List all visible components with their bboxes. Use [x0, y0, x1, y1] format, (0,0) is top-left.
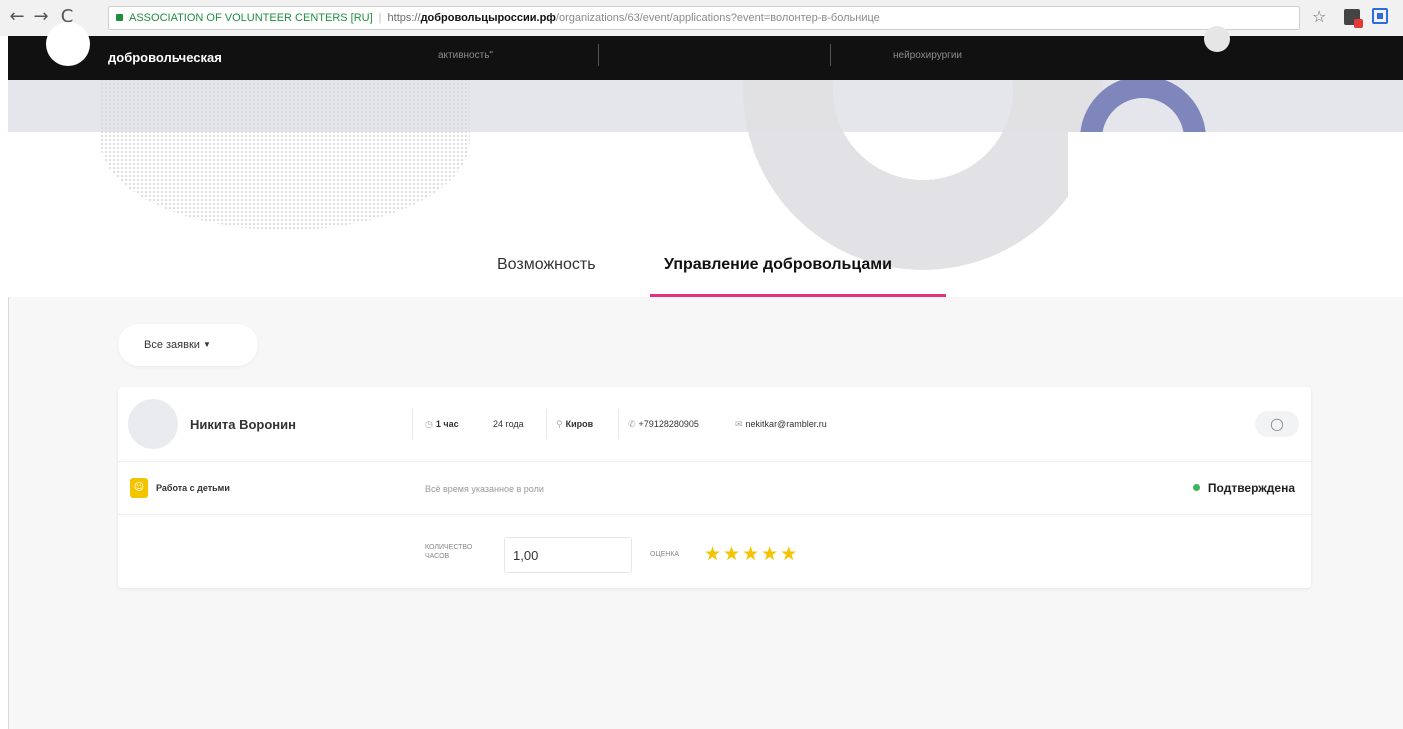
- time-note: Всё время указанное в роли: [425, 484, 544, 494]
- star-icon[interactable]: ★: [723, 543, 740, 565]
- url-host: добровольцыроссии.рф: [420, 12, 556, 24]
- mail-icon: ✉: [735, 420, 743, 430]
- extension-calendar-icon[interactable]: [1372, 8, 1388, 24]
- volunteer-phone-value[interactable]: +79128280905: [639, 419, 699, 429]
- star-icon[interactable]: ★: [704, 543, 721, 565]
- extension-icon[interactable]: [1344, 9, 1363, 28]
- applications-filter-dropdown[interactable]: Все заявки ▼: [118, 324, 258, 366]
- star-icon[interactable]: ★: [780, 543, 797, 565]
- hours-count-input[interactable]: [504, 537, 632, 573]
- back-icon[interactable]: ←: [6, 6, 28, 28]
- volunteer-hours: ◷ 1 час: [425, 419, 459, 430]
- clock-icon: ◷: [425, 420, 433, 430]
- hours-count-label: Количество часов: [425, 544, 473, 560]
- forward-icon[interactable]: →: [30, 6, 52, 28]
- role-row: ☺ Работа с детьми Всё время указанное в …: [118, 462, 1311, 515]
- star-icon[interactable]: ★: [761, 543, 778, 565]
- brand-text[interactable]: добровольческая: [108, 50, 222, 65]
- status-text: Подтверждена: [1207, 481, 1295, 495]
- chat-button[interactable]: ◯: [1255, 411, 1299, 437]
- site-logo[interactable]: [46, 22, 90, 66]
- volunteer-age: 24 года: [493, 419, 524, 429]
- location-pin-icon: ⚲: [556, 420, 563, 430]
- role-icon: ☺: [130, 478, 148, 498]
- tab-opportunity[interactable]: Возможность: [497, 256, 596, 274]
- rating-label: Оценка: [650, 551, 680, 558]
- active-tab-indicator: [650, 294, 946, 297]
- lock-icon: [116, 13, 123, 21]
- status-dot-icon: [1192, 484, 1200, 491]
- hero-arc-mask: [1068, 132, 1218, 222]
- volunteer-phone: ✆ +79128280905: [628, 419, 699, 430]
- header-divider: [598, 44, 599, 66]
- site-identity: ASSOCIATION OF VOLUNTEER CENTERS [RU]: [129, 12, 373, 24]
- volunteer-avatar[interactable]: [128, 399, 178, 449]
- volunteer-email-value[interactable]: nekitkar@rambler.ru: [746, 419, 827, 429]
- status-badge: Подтверждена: [1192, 481, 1295, 495]
- volunteer-info-row: Никита Воронин ◷ 1 час 24 года ⚲ Киров ✆ +7…: [118, 387, 1311, 462]
- chat-bubble-icon: ◯: [1270, 417, 1284, 431]
- volunteer-city: ⚲ Киров: [556, 419, 593, 430]
- phone-icon: ✆: [628, 420, 636, 430]
- role-label: Работа с детьми: [156, 483, 230, 493]
- hero-banner: Возможность Управление добровольцами: [8, 80, 1403, 297]
- volunteer-city-value: Киров: [565, 419, 594, 429]
- header-link-activity[interactable]: активность": [438, 50, 493, 61]
- tab-manage-volunteers[interactable]: Управление добровольцами: [664, 256, 892, 274]
- site-header: добровольческая активность" нейрохирурги…: [8, 22, 1403, 80]
- meta-divider: [618, 409, 619, 439]
- volunteer-hours-value: 1 час: [435, 419, 459, 429]
- url-scheme: https://: [387, 12, 421, 24]
- header-link-neuro[interactable]: нейрохирургии: [893, 50, 962, 61]
- url-separator: |: [378, 12, 382, 24]
- user-avatar[interactable]: [1204, 26, 1230, 52]
- hours-rating-row: Количество часов Оценка ★★★★★: [118, 515, 1311, 588]
- meta-divider: [546, 409, 547, 439]
- volunteer-name[interactable]: Никита Воронин: [190, 417, 296, 432]
- hero-dots-pattern: [100, 80, 470, 230]
- rating-stars: ★ ★ ★ ★ ★: [704, 543, 799, 565]
- filter-label: Все заявки: [144, 339, 200, 351]
- caret-down-icon: ▼: [202, 340, 211, 349]
- address-bar[interactable]: ASSOCIATION OF VOLUNTEER CENTERS [RU] | ht…: [108, 6, 1300, 30]
- bookmark-star-icon[interactable]: ☆: [1312, 7, 1326, 27]
- volunteer-email: ✉ nekitkar@rambler.ru: [735, 419, 827, 430]
- hero-ring-decoration: [743, 80, 1103, 270]
- url-path: /organizations/63/event/applications?eve…: [555, 12, 880, 24]
- header-divider: [830, 44, 831, 66]
- meta-divider: [412, 409, 413, 439]
- extension-badge: [1354, 19, 1363, 28]
- browser-toolbar: ← → C ASSOCIATION OF VOLUNTEER CENTERS […: [0, 0, 1403, 37]
- application-card: Никита Воронин ◷ 1 час 24 года ⚲ Киров ✆ +7…: [118, 387, 1311, 588]
- star-icon[interactable]: ★: [742, 543, 759, 565]
